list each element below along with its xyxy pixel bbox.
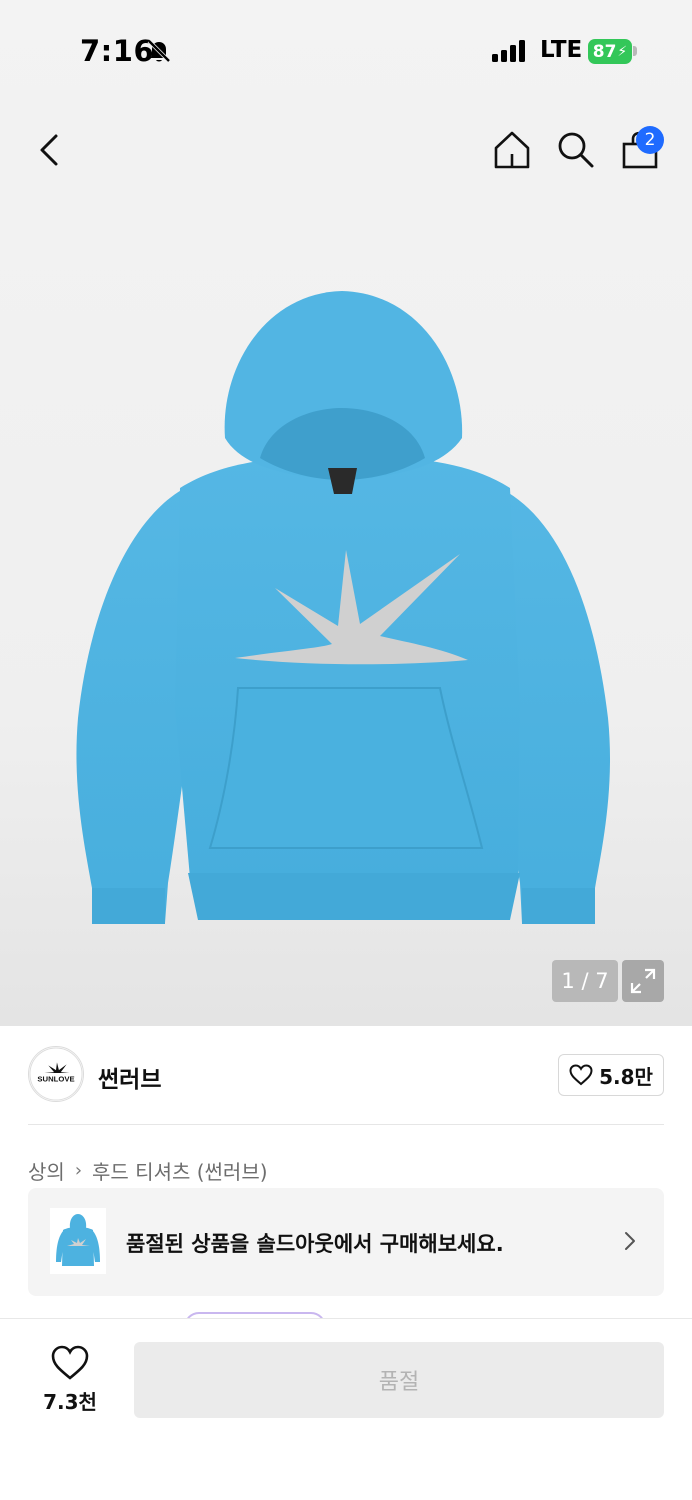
breadcrumb: 상의 › 후드 티셔츠 (썬러브) [28, 1156, 268, 1185]
brand-name[interactable]: 썬러브 [98, 1060, 161, 1094]
brand-like-button[interactable]: 5.8만 [558, 1054, 664, 1096]
image-counter: 1 / 7 [552, 960, 618, 1002]
soldout-banner-text: 품절된 상품을 솔드아웃에서 구매해보세요. [126, 1232, 504, 1256]
soldout-banner[interactable]: 품절된 상품을 솔드아웃에서 구매해보세요. [28, 1188, 664, 1296]
chevron-right-icon: › [74, 1160, 83, 1181]
status-time: 7:16 [80, 34, 155, 68]
signal-icon [492, 40, 525, 62]
battery-level: 87 [592, 41, 617, 62]
battery-nub [633, 46, 637, 56]
wishlist-heart-icon[interactable] [50, 1344, 90, 1382]
brand-logo[interactable]: SUNLOVE [28, 1046, 84, 1102]
product-photo [76, 291, 611, 924]
expand-icon[interactable] [622, 960, 664, 1002]
brand-logo-text: SUNLOVE [37, 1075, 74, 1084]
breadcrumb-subcategory[interactable]: 후드 티셔츠 (썬러브) [92, 1156, 268, 1185]
breadcrumb-category[interactable]: 상의 [28, 1156, 65, 1185]
product-image-area[interactable]: 7:16 LTE 87 ⚡ 2 1 / 7 [0, 0, 692, 1026]
soldout-thumbnail [50, 1208, 106, 1274]
back-icon[interactable] [30, 128, 70, 172]
cart-count-badge: 2 [636, 126, 664, 154]
divider [28, 1124, 664, 1125]
network-type: LTE [540, 37, 583, 63]
soldout-buy-button[interactable]: 품절 [134, 1342, 664, 1418]
brand-like-count: 5.8만 [599, 1064, 653, 1089]
battery-icon: 87 ⚡ [588, 39, 632, 64]
search-icon[interactable] [554, 128, 598, 172]
wishlist-count: 7.3천 [43, 1390, 97, 1414]
brand-row: SUNLOVE 썬러브 5.8만 [28, 1046, 664, 1106]
chevron-right-icon [625, 1232, 635, 1250]
bell-off-icon [147, 39, 171, 63]
heart-icon [569, 1064, 593, 1086]
status-bar: 7:16 LTE 87 ⚡ [0, 0, 692, 100]
home-icon[interactable] [490, 128, 534, 172]
